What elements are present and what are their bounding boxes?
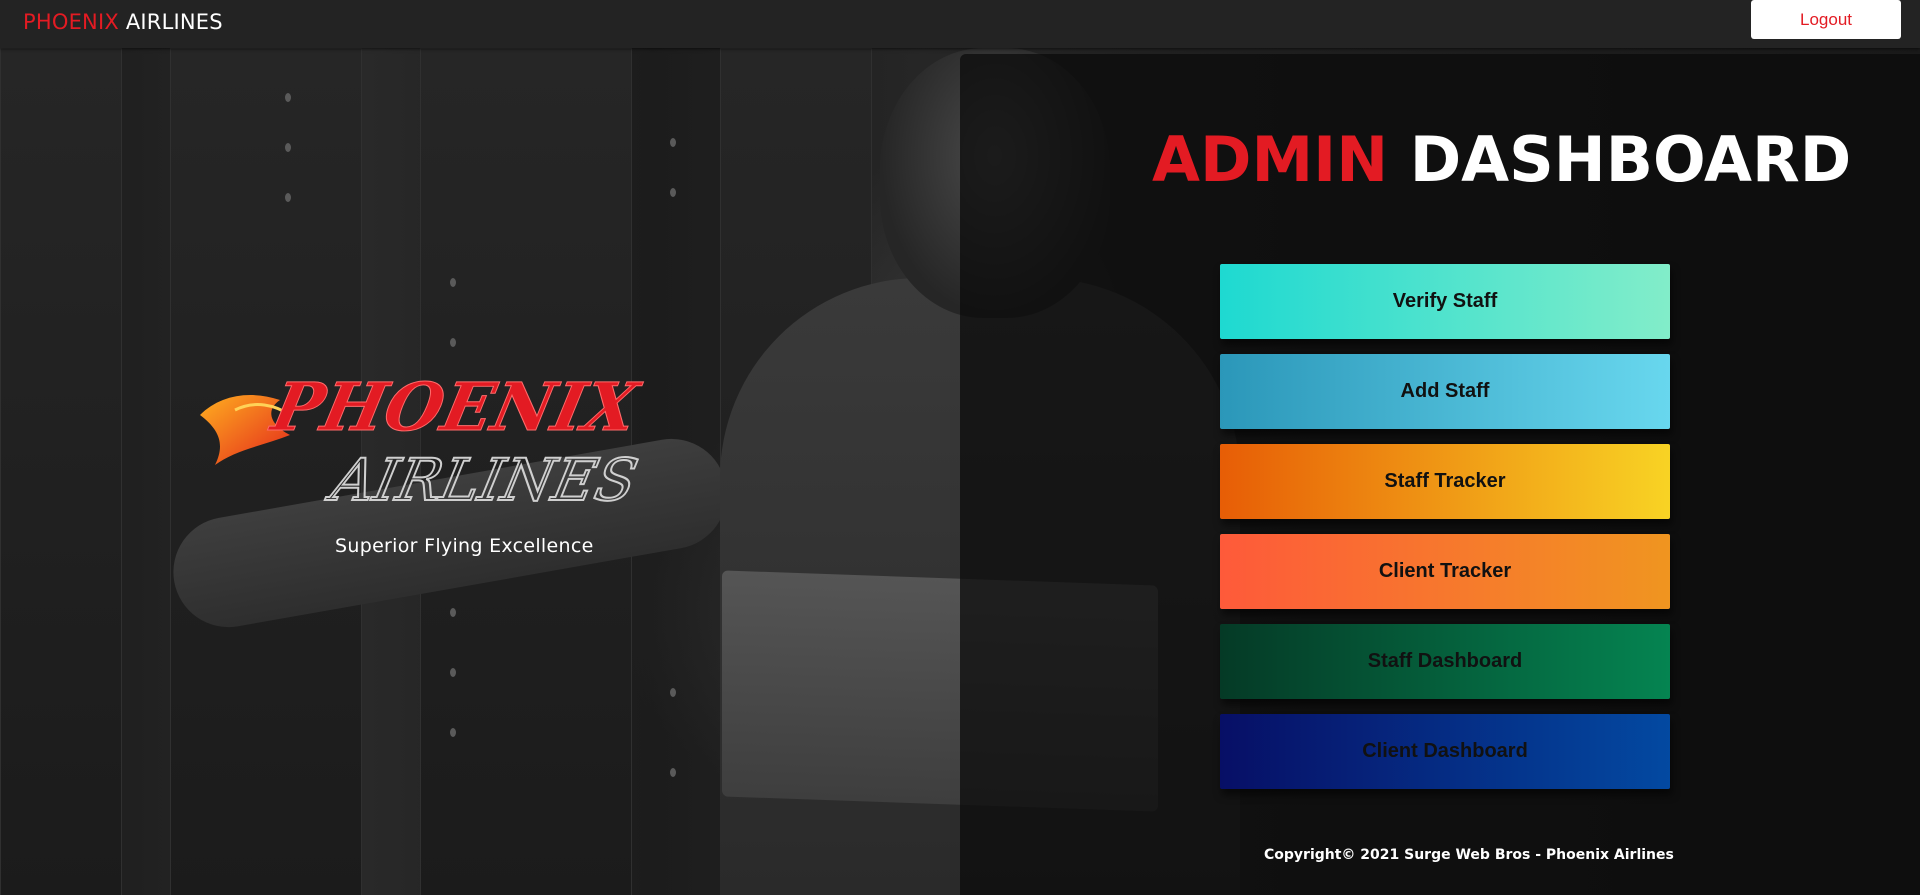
staff-tracker-button[interactable]: Staff Tracker <box>1220 444 1670 519</box>
client-tracker-button[interactable]: Client Tracker <box>1220 534 1670 609</box>
phoenix-bird-icon: PHOENIX AIRLINES <box>200 367 647 515</box>
logo-text-top: PHOENIX <box>264 368 647 446</box>
brand-logo-text[interactable]: PHOENIX AIRLINES <box>23 10 223 34</box>
client-dashboard-button[interactable]: Client Dashboard <box>1220 714 1670 789</box>
brand-name-white: AIRLINES <box>125 10 223 34</box>
logo-text-bottom: AIRLINES <box>321 447 643 514</box>
page-title-dashboard: DASHBOARD <box>1409 123 1852 196</box>
staff-dashboard-button[interactable]: Staff Dashboard <box>1220 624 1670 699</box>
logout-button[interactable]: Logout <box>1751 0 1901 39</box>
brand-name-red: PHOENIX <box>23 10 119 34</box>
tagline: Superior Flying Excellence <box>335 535 594 557</box>
page-title-admin: ADMIN <box>1152 123 1389 196</box>
top-navbar: PHOENIX AIRLINES Logout <box>0 0 1920 48</box>
server-rack <box>0 48 122 895</box>
phoenix-airlines-logo: PHOENIX AIRLINES <box>195 355 685 565</box>
copyright-text: Copyright© 2021 Surge Web Bros - Phoenix… <box>1264 847 1674 863</box>
page-title: ADMIN DASHBOARD <box>1152 122 1851 198</box>
add-staff-button[interactable]: Add Staff <box>1220 354 1670 429</box>
admin-actions: Verify Staff Add Staff Staff Tracker Cli… <box>1220 264 1670 804</box>
verify-staff-button[interactable]: Verify Staff <box>1220 264 1670 339</box>
